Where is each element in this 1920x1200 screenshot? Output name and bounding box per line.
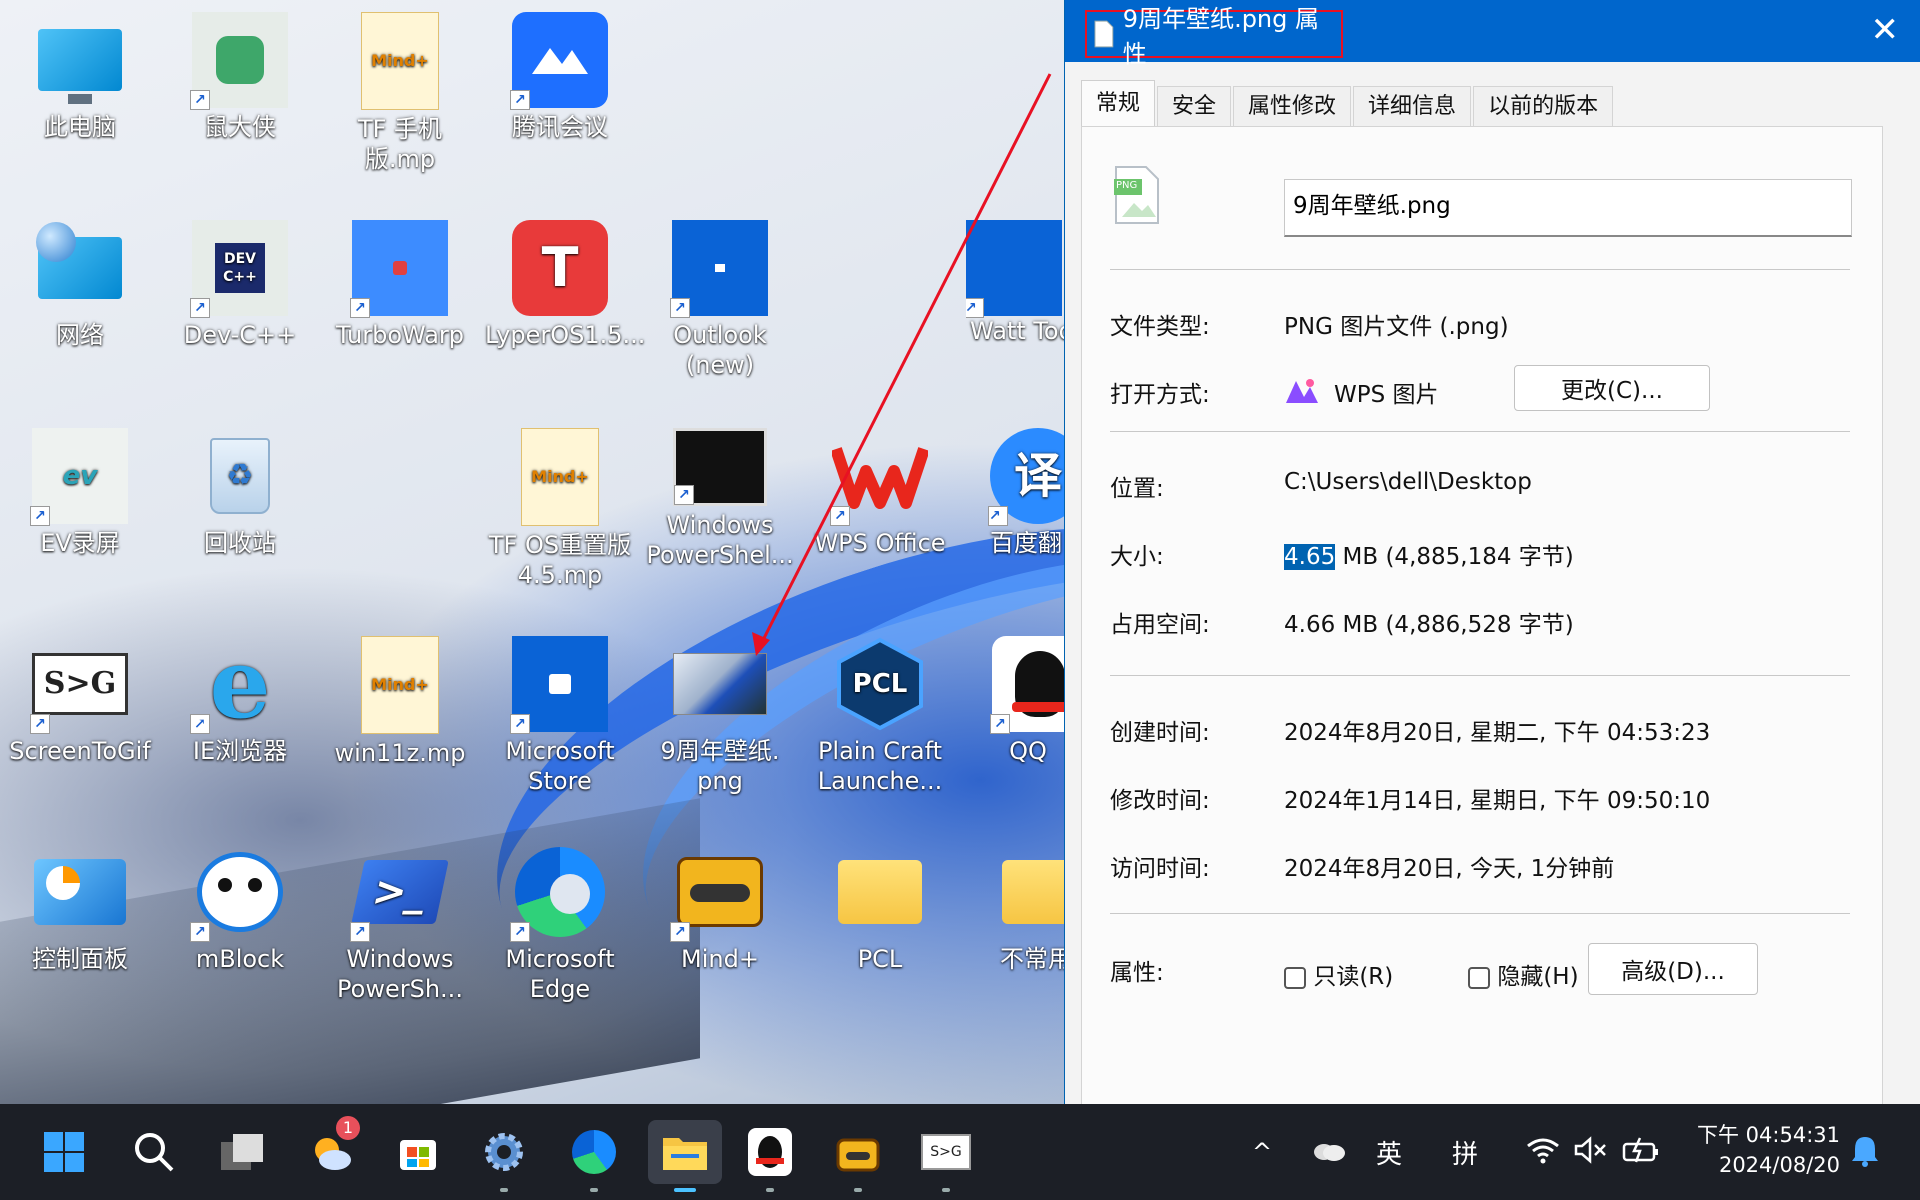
png-glyph: PNG	[1116, 180, 1138, 191]
volume-muted-icon[interactable]	[1574, 1136, 1608, 1171]
task-view-icon	[221, 1134, 263, 1170]
size-value: 4.65 MB (4,885,184 字节)	[1284, 537, 1574, 571]
onedrive-cloud-icon[interactable]	[1310, 1138, 1346, 1169]
battery-charging-icon[interactable]	[1622, 1136, 1660, 1171]
created-label: 创建时间:	[1110, 720, 1210, 746]
ime-mode-indicator[interactable]: 拼	[1452, 1134, 1478, 1171]
open-with-label: 打开方式:	[1110, 382, 1210, 408]
modified-label: 修改时间:	[1110, 788, 1210, 814]
readonly-label: 只读(R)	[1313, 964, 1394, 990]
png-file-icon: PNG	[1112, 165, 1162, 225]
tab-attribute-modify[interactable]: 属性修改	[1233, 86, 1352, 126]
accessed-value: 2024年8月20日, 今天, 1分钟前	[1284, 856, 1615, 882]
gear-icon	[485, 1133, 523, 1171]
ime-language-indicator[interactable]: 英	[1376, 1134, 1402, 1171]
taskbar-app-qq[interactable]	[738, 1120, 802, 1192]
hidden-option[interactable]: 隐藏(H)	[1468, 957, 1579, 991]
location-value: C:\Users\dell\Desktop	[1284, 469, 1532, 495]
search-icon	[135, 1133, 174, 1172]
active-indicator	[674, 1188, 696, 1192]
location-label: 位置:	[1110, 476, 1164, 502]
hidden-label: 隐藏(H)	[1497, 964, 1579, 990]
running-indicator	[854, 1188, 862, 1192]
folder-icon	[663, 1138, 707, 1170]
screentogif-icon: S>G	[921, 1134, 971, 1170]
general-panel: PNG 9周年壁纸.png 文件类型: PNG 图片文件 (.png) 打开方式…	[1081, 126, 1883, 1106]
close-button[interactable]: ✕	[1871, 10, 1900, 50]
file-type-value: PNG 图片文件 (.png)	[1284, 314, 1509, 340]
mindplus-robot-icon	[836, 1138, 880, 1172]
accessed-label: 访问时间:	[1110, 856, 1210, 882]
title-annotation-box: 9周年壁纸.png 属性	[1085, 5, 1343, 68]
running-indicator	[766, 1188, 774, 1192]
tab-previous-versions[interactable]: 以前的版本	[1473, 86, 1614, 126]
tab-security[interactable]: 安全	[1157, 86, 1232, 126]
advanced-button[interactable]: 高级(D)...	[1588, 943, 1758, 995]
dialog-title: 9周年壁纸.png 属性	[1122, 5, 1320, 68]
notification-bell-icon[interactable]	[1850, 1134, 1880, 1175]
open-with-value: WPS 图片	[1334, 382, 1439, 408]
clock-time: 下午 04:54:31	[1697, 1123, 1840, 1147]
qq-penguin-icon	[748, 1128, 792, 1176]
taskbar-app-settings[interactable]	[472, 1120, 536, 1192]
modified-value: 2024年1月14日, 星期日, 下午 09:50:10	[1284, 788, 1711, 814]
task-view-button[interactable]	[210, 1120, 274, 1184]
size-label: 大小:	[1110, 544, 1164, 570]
wps-picture-icon	[1284, 375, 1320, 405]
divider	[1110, 913, 1850, 914]
widgets-button[interactable]: 1	[300, 1116, 364, 1184]
windows-logo-icon	[44, 1132, 84, 1172]
divider	[1110, 269, 1850, 270]
file-icon	[1094, 20, 1114, 48]
change-open-with-button[interactable]: 更改(C)...	[1514, 365, 1710, 411]
divider	[1110, 431, 1850, 432]
running-indicator	[590, 1188, 598, 1192]
taskbar-app-file-explorer[interactable]	[648, 1120, 722, 1192]
running-indicator	[500, 1188, 508, 1192]
tab-details[interactable]: 详细信息	[1353, 86, 1472, 126]
edge-browser-icon	[572, 1130, 616, 1174]
show-hidden-icons-button[interactable]: ^	[1252, 1138, 1272, 1166]
size-rest-text: MB (4,885,184 字节)	[1335, 544, 1574, 570]
created-value: 2024年8月20日, 星期二, 下午 04:53:23	[1284, 720, 1711, 746]
readonly-option[interactable]: 只读(R)	[1284, 957, 1393, 991]
store-bag-icon	[400, 1140, 436, 1170]
tab-general[interactable]: 常规	[1081, 80, 1156, 126]
clock[interactable]: 下午 04:54:31 2024/08/20	[1680, 1120, 1840, 1180]
disk-size-label: 占用空间:	[1110, 612, 1210, 638]
size-selected-text[interactable]: 4.65	[1284, 544, 1336, 570]
running-indicator	[942, 1188, 950, 1192]
disk-size-value: 4.66 MB (4,886,528 字节)	[1284, 612, 1574, 638]
attributes-label: 属性:	[1110, 960, 1164, 986]
tab-bar: 常规 安全 属性修改 详细信息 以前的版本	[1081, 80, 1615, 126]
file-type-label: 文件类型:	[1110, 314, 1210, 340]
notification-badge: 1	[336, 1116, 360, 1140]
start-button[interactable]	[32, 1120, 96, 1184]
taskbar-app-store[interactable]	[386, 1120, 450, 1184]
readonly-checkbox[interactable]	[1284, 966, 1306, 989]
dialog-titlebar[interactable]: 9周年壁纸.png 属性 ✕	[1065, 0, 1920, 68]
taskbar-app-screentogif[interactable]: S>G	[914, 1120, 978, 1192]
hidden-checkbox[interactable]	[1468, 966, 1490, 989]
filename-input[interactable]: 9周年壁纸.png	[1284, 179, 1852, 237]
taskbar-app-edge[interactable]	[562, 1120, 626, 1192]
taskbar-app-mindplus[interactable]	[826, 1120, 890, 1192]
search-button[interactable]	[122, 1120, 186, 1184]
properties-dialog: 9周年壁纸.png 属性 ✕ 常规 安全 属性修改 详细信息 以前的版本 PNG…	[1064, 0, 1920, 1106]
clock-date: 2024/08/20	[1718, 1153, 1840, 1177]
wifi-icon[interactable]	[1526, 1136, 1560, 1171]
divider	[1110, 675, 1850, 676]
taskbar: 1 S>G ^ 英 拼 下午 04:54:31 2024/08/20	[0, 1104, 1920, 1200]
